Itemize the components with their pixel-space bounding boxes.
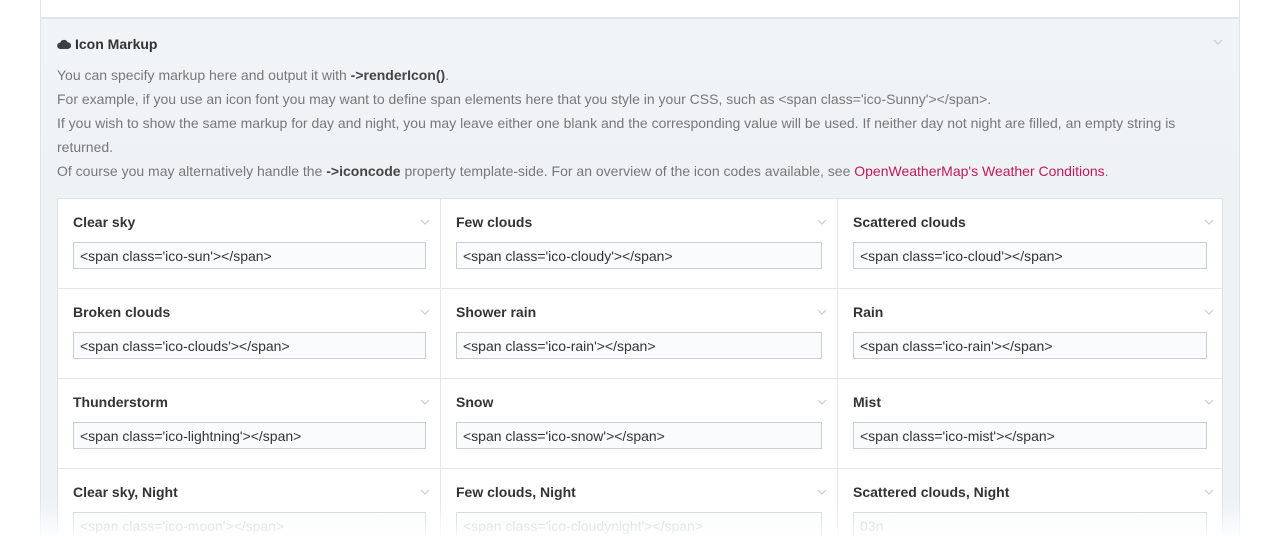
field-clear-sky: Clear sky xyxy=(58,199,441,289)
field-label: Broken clouds xyxy=(73,304,171,320)
field-label: Thunderstorm xyxy=(73,394,168,410)
description-line-4: Of course you may alternatively handle t… xyxy=(57,163,1109,179)
chevron-down-icon[interactable] xyxy=(420,308,430,316)
panel-header[interactable]: Icon Markup xyxy=(57,35,157,53)
clear-sky-night-input[interactable] xyxy=(73,512,426,536)
description-line-1: You can specify markup here and output i… xyxy=(57,67,450,83)
thunderstorm-input[interactable] xyxy=(73,422,426,449)
shower-rain-input[interactable] xyxy=(456,332,822,359)
field-scattered-clouds: Scattered clouds xyxy=(838,199,1224,289)
description: You can specify markup here and output i… xyxy=(57,63,1227,183)
cloud-icon xyxy=(57,39,71,49)
chevron-down-icon[interactable] xyxy=(817,218,827,226)
chevron-down-icon[interactable] xyxy=(1204,308,1214,316)
chevron-down-icon[interactable] xyxy=(420,398,430,406)
field-broken-clouds: Broken clouds xyxy=(58,289,441,379)
field-label: Snow xyxy=(456,394,494,410)
chevron-down-icon[interactable] xyxy=(817,398,827,406)
field-label: Clear sky xyxy=(73,214,136,230)
field-shower-rain: Shower rain xyxy=(441,289,838,379)
mist-input[interactable] xyxy=(853,422,1207,449)
field-clear-sky-night: Clear sky, Night xyxy=(58,469,441,536)
few-clouds-night-input[interactable] xyxy=(456,512,822,536)
chevron-down-icon[interactable] xyxy=(1204,488,1214,496)
field-label: Scattered clouds xyxy=(853,214,966,230)
field-few-clouds: Few clouds xyxy=(441,199,838,289)
description-line-3: If you wish to show the same markup for … xyxy=(57,115,1176,155)
field-scattered-clouds-night: Scattered clouds, Night xyxy=(838,469,1224,536)
scattered-clouds-input[interactable] xyxy=(853,242,1207,269)
chevron-down-icon[interactable] xyxy=(1213,37,1223,47)
scattered-clouds-night-input[interactable] xyxy=(853,512,1207,536)
few-clouds-input[interactable] xyxy=(456,242,822,269)
field-label: Rain xyxy=(853,304,884,320)
field-thunderstorm: Thunderstorm xyxy=(58,379,441,469)
field-label: Few clouds, Night xyxy=(456,484,576,500)
field-label: Mist xyxy=(853,394,881,410)
field-label: Shower rain xyxy=(456,304,537,320)
field-label: Few clouds xyxy=(456,214,533,230)
field-label: Scattered clouds, Night xyxy=(853,484,1010,500)
field-few-clouds-night: Few clouds, Night xyxy=(441,469,838,536)
code-iconcode: ->iconcode xyxy=(326,163,401,179)
field-snow: Snow xyxy=(441,379,838,469)
field-rain: Rain xyxy=(838,289,1224,379)
icon-markup-panel: Icon Markup You can specify markup here … xyxy=(40,18,1240,536)
field-label: Clear sky, Night xyxy=(73,484,178,500)
chevron-down-icon[interactable] xyxy=(420,488,430,496)
code-render-icon: ->renderIcon() xyxy=(350,67,446,83)
chevron-down-icon[interactable] xyxy=(817,308,827,316)
description-line-2: For example, if you use an icon font you… xyxy=(57,91,992,107)
rain-input[interactable] xyxy=(853,332,1207,359)
field-mist: Mist xyxy=(838,379,1224,469)
markup-fields-grid: Clear sky Few clouds Scattered clouds Br… xyxy=(57,198,1224,536)
clear-sky-input[interactable] xyxy=(73,242,426,269)
panel-title: Icon Markup xyxy=(75,36,158,52)
snow-input[interactable] xyxy=(456,422,822,449)
previous-panel-edge xyxy=(40,0,1240,18)
chevron-down-icon[interactable] xyxy=(1204,218,1214,226)
broken-clouds-input[interactable] xyxy=(73,332,426,359)
chevron-down-icon[interactable] xyxy=(1204,398,1214,406)
chevron-down-icon[interactable] xyxy=(420,218,430,226)
chevron-down-icon[interactable] xyxy=(817,488,827,496)
weather-conditions-link[interactable]: OpenWeatherMap's Weather Conditions xyxy=(854,163,1104,179)
